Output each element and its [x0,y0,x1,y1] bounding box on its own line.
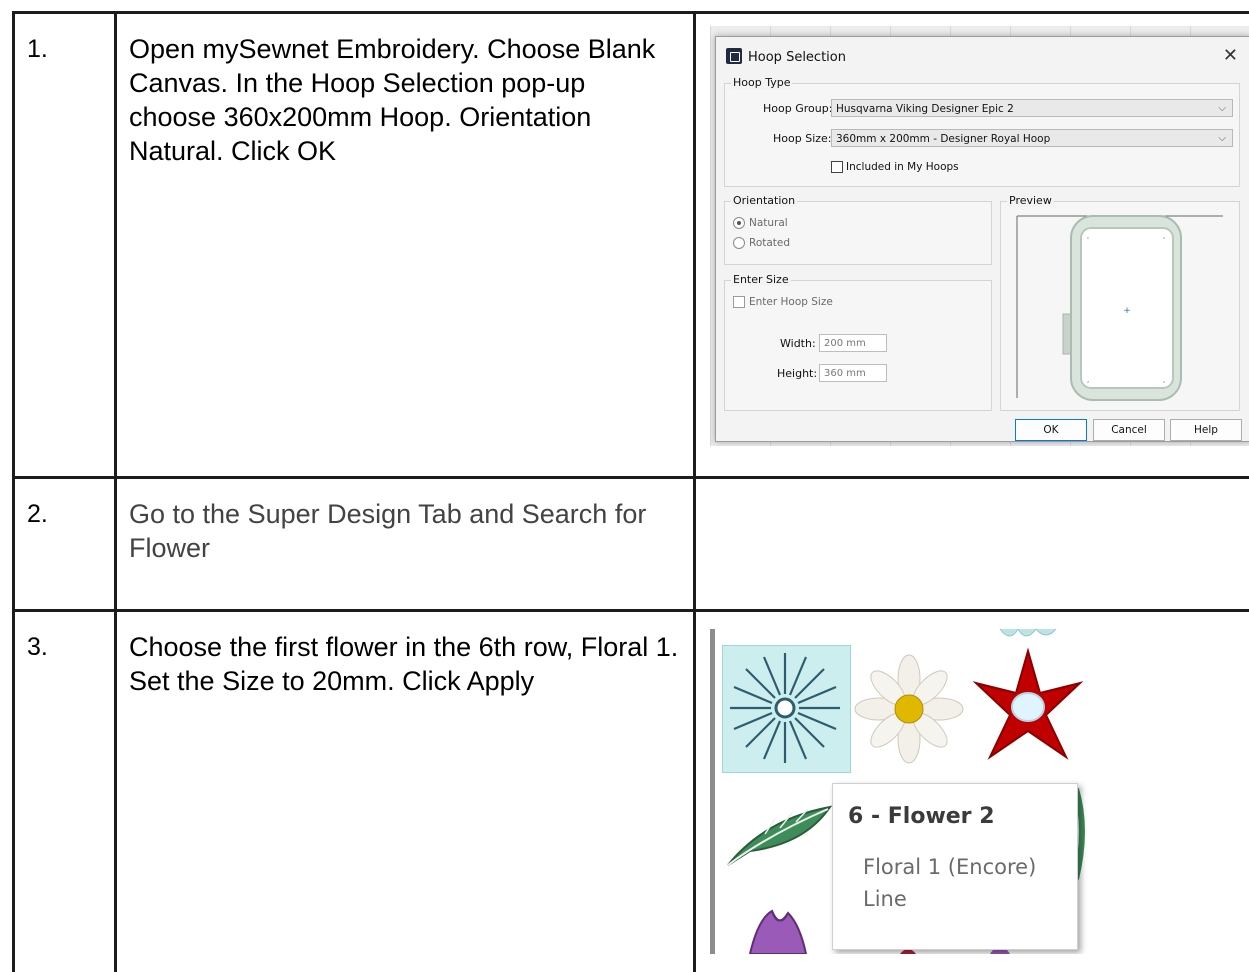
ok-button[interactable]: OK [1015,419,1087,441]
width-field[interactable]: 200 mm [819,334,887,352]
leaf-design-icon [727,805,833,866]
svg-text:': ' [1163,236,1165,244]
dialog-title: Hoop Selection [748,50,846,65]
step-number-cell: 3. [12,612,114,972]
natural-label: Natural [749,217,788,229]
red-flower-design-icon [972,647,1084,760]
app-icon [726,48,742,64]
rotated-label: Rotated [749,237,791,249]
tooltip-title: 6 - Flower 2 [848,804,995,829]
hoop-size-value: 360mm x 200mm - Designer Royal Hoop [836,133,1051,145]
close-icon[interactable]: ✕ [1223,45,1238,66]
group-label: Enter Size [731,273,791,286]
svg-text:': ' [1087,236,1089,244]
step-text-cell: Choose the first flower in the 6th row, … [114,612,693,972]
cancel-button[interactable]: Cancel [1093,419,1165,441]
group-label: Hoop Type [731,76,793,89]
table-row: 2. Go to the Super Design Tab and Search… [12,476,1249,609]
table-row: 1. Open mySewnet Embroidery. Choose Blan… [12,11,1249,476]
step-text: Choose the first flower in the 6th row, … [129,632,679,696]
step-text: Go to the Super Design Tab and Search fo… [129,499,647,563]
hoop-size-select[interactable]: 360mm x 200mm - Designer Royal Hoop ⌵ [831,129,1233,147]
daisy-design-icon [854,654,964,764]
step-text: Open mySewnet Embroidery. Choose Blank C… [129,34,656,166]
instruction-table: 1. Open mySewnet Embroidery. Choose Blan… [12,11,1249,972]
step-number: 2. [27,500,48,528]
enter-hoop-size-label: Enter Hoop Size [749,296,833,308]
enter-hoop-size-checkbox[interactable] [733,296,745,308]
hoop-type-group: Hoop Type Hoop Group: Husqvarna Viking D… [724,76,1240,187]
step-number: 3. [27,633,48,661]
step-text-cell: Go to the Super Design Tab and Search fo… [114,479,693,609]
group-label: Orientation [731,194,798,207]
tulip-design-icon [748,909,808,954]
svg-text:,: , [1087,376,1089,384]
preview-group: Preview + ' ' , , [1000,194,1240,411]
height-field[interactable]: 360 mm [819,364,887,382]
sunburst-design-icon [730,653,840,763]
chevron-down-icon: ⌵ [1218,133,1226,144]
tooltip-design-type: Line [863,887,907,911]
step-image-cell: 6 - Flower 2 Floral 1 (Encore) Line [693,612,1249,972]
svg-text:,: , [1163,376,1165,384]
table-row: 3. Choose the first flower in the 6th ro… [12,609,1249,972]
width-label: Width: [780,337,816,350]
hoop-group-select[interactable]: Husqvarna Viking Designer Epic 2 ⌵ [831,99,1233,117]
step-image-cell [693,479,1249,609]
help-button[interactable]: Help [1170,419,1242,441]
hoop-preview-image: + ' ' , , [1016,215,1223,401]
hoop-selection-dialog: Hoop Selection ✕ Hoop Type Hoop Group: H… [715,36,1249,442]
step-image-cell: Hoop Selection ✕ Hoop Type Hoop Group: H… [693,14,1249,476]
hoop-size-label: Hoop Size: [773,132,832,145]
enter-size-group: Enter Size Enter Hoop Size Width: 200 mm… [724,273,992,411]
step-number-cell: 1. [12,14,114,476]
height-label: Height: [777,367,818,380]
step-number-cell: 2. [12,479,114,609]
included-in-my-hoops-label: Included in My Hoops [846,161,959,173]
design-tooltip: 6 - Flower 2 Floral 1 (Encore) Line [832,783,1078,950]
natural-radio[interactable] [733,217,745,229]
chevron-down-icon: ⌵ [1218,103,1226,114]
hoop-selection-screenshot: Hoop Selection ✕ Hoop Type Hoop Group: H… [710,26,1249,446]
super-design-screenshot: 6 - Flower 2 Floral 1 (Encore) Line [710,629,1249,954]
svg-text:+: + [1123,306,1131,316]
rotated-radio[interactable] [733,237,745,249]
orientation-group: Orientation Natural Rotated [724,194,992,265]
step-text-cell: Open mySewnet Embroidery. Choose Blank C… [114,14,693,476]
step-number: 1. [27,35,48,63]
tooltip-design-name: Floral 1 (Encore) [863,855,1037,879]
included-in-my-hoops-checkbox[interactable] [831,161,843,173]
hoop-group-value: Husqvarna Viking Designer Epic 2 [836,103,1014,115]
hoop-group-label: Hoop Group: [763,102,833,115]
